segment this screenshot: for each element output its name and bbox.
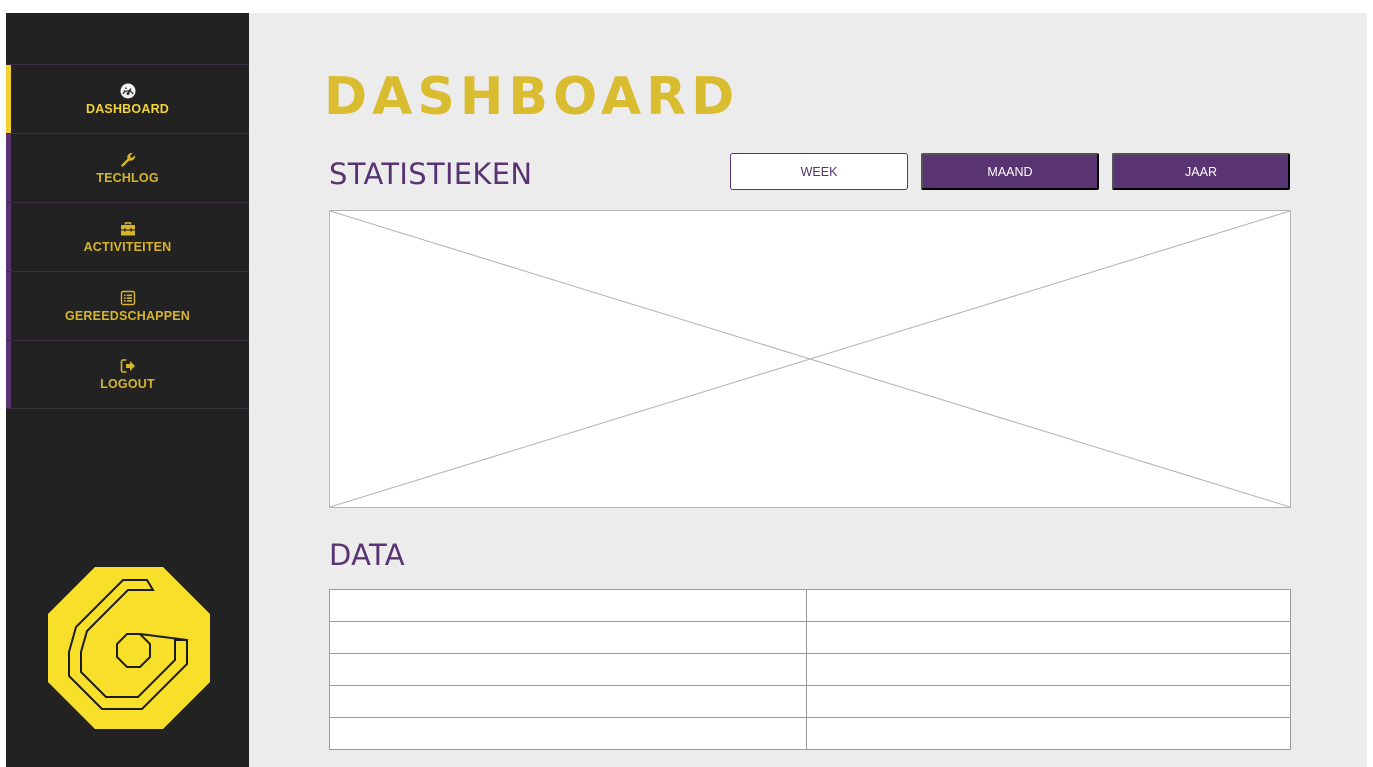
wrench-icon: [120, 152, 135, 167]
sidebar-nav: DASHBOARD TECHLOG ACTIVITEITEN GEREEDSCH…: [6, 64, 249, 409]
table-cell: [806, 653, 1291, 686]
sidebar-item-label: ACTIVITEITEN: [83, 239, 172, 254]
table-row: [329, 717, 1291, 750]
dashboard-gauge-icon: [120, 83, 135, 98]
sidebar-item-activiteiten[interactable]: ACTIVITEITEN: [6, 202, 249, 271]
table-cell: [329, 621, 807, 654]
octagon-logo-icon: [48, 567, 210, 729]
list-alt-icon: [120, 290, 135, 305]
maand-button[interactable]: MAAND: [921, 153, 1099, 190]
table-cell: [806, 589, 1291, 622]
sidebar-item-label: TECHLOG: [96, 170, 159, 185]
statistics-chart-placeholder: [329, 210, 1291, 508]
sidebar-item-label: GEREEDSCHAPPEN: [64, 308, 191, 323]
statistics-heading: STATISTIEKEN: [329, 157, 533, 191]
table-row: [329, 621, 1291, 654]
sign-out-icon: [120, 359, 135, 373]
table-cell: [329, 717, 807, 750]
sidebar: DASHBOARD TECHLOG ACTIVITEITEN GEREEDSCH…: [6, 13, 249, 767]
sidebar-item-dashboard[interactable]: DASHBOARD: [6, 64, 249, 133]
table-cell: [329, 685, 807, 718]
page-title: DASHBOARD: [324, 67, 740, 127]
jaar-button[interactable]: JAAR: [1112, 153, 1290, 190]
sidebar-item-gereedschappen[interactable]: GEREEDSCHAPPEN: [6, 271, 249, 340]
sidebar-item-techlog[interactable]: TECHLOG: [6, 133, 249, 202]
table-cell: [806, 717, 1291, 750]
sidebar-item-logout[interactable]: LOGOUT: [6, 340, 249, 409]
toolbox-icon: [120, 221, 135, 235]
table-row: [329, 653, 1291, 686]
sidebar-item-label: LOGOUT: [100, 377, 155, 391]
table-row: [329, 589, 1291, 622]
table-cell: [329, 589, 807, 622]
table-row: [329, 685, 1291, 718]
sidebar-item-label: DASHBOARD: [85, 101, 170, 116]
data-table: [329, 589, 1291, 750]
data-heading: DATA: [329, 538, 405, 572]
week-button[interactable]: WEEK: [730, 153, 908, 190]
image-placeholder-cross: [330, 211, 1290, 507]
table-cell: [806, 685, 1291, 718]
table-cell: [329, 653, 807, 686]
table-cell: [806, 621, 1291, 654]
app-frame: DASHBOARD TECHLOG ACTIVITEITEN GEREEDSCH…: [6, 13, 1367, 767]
